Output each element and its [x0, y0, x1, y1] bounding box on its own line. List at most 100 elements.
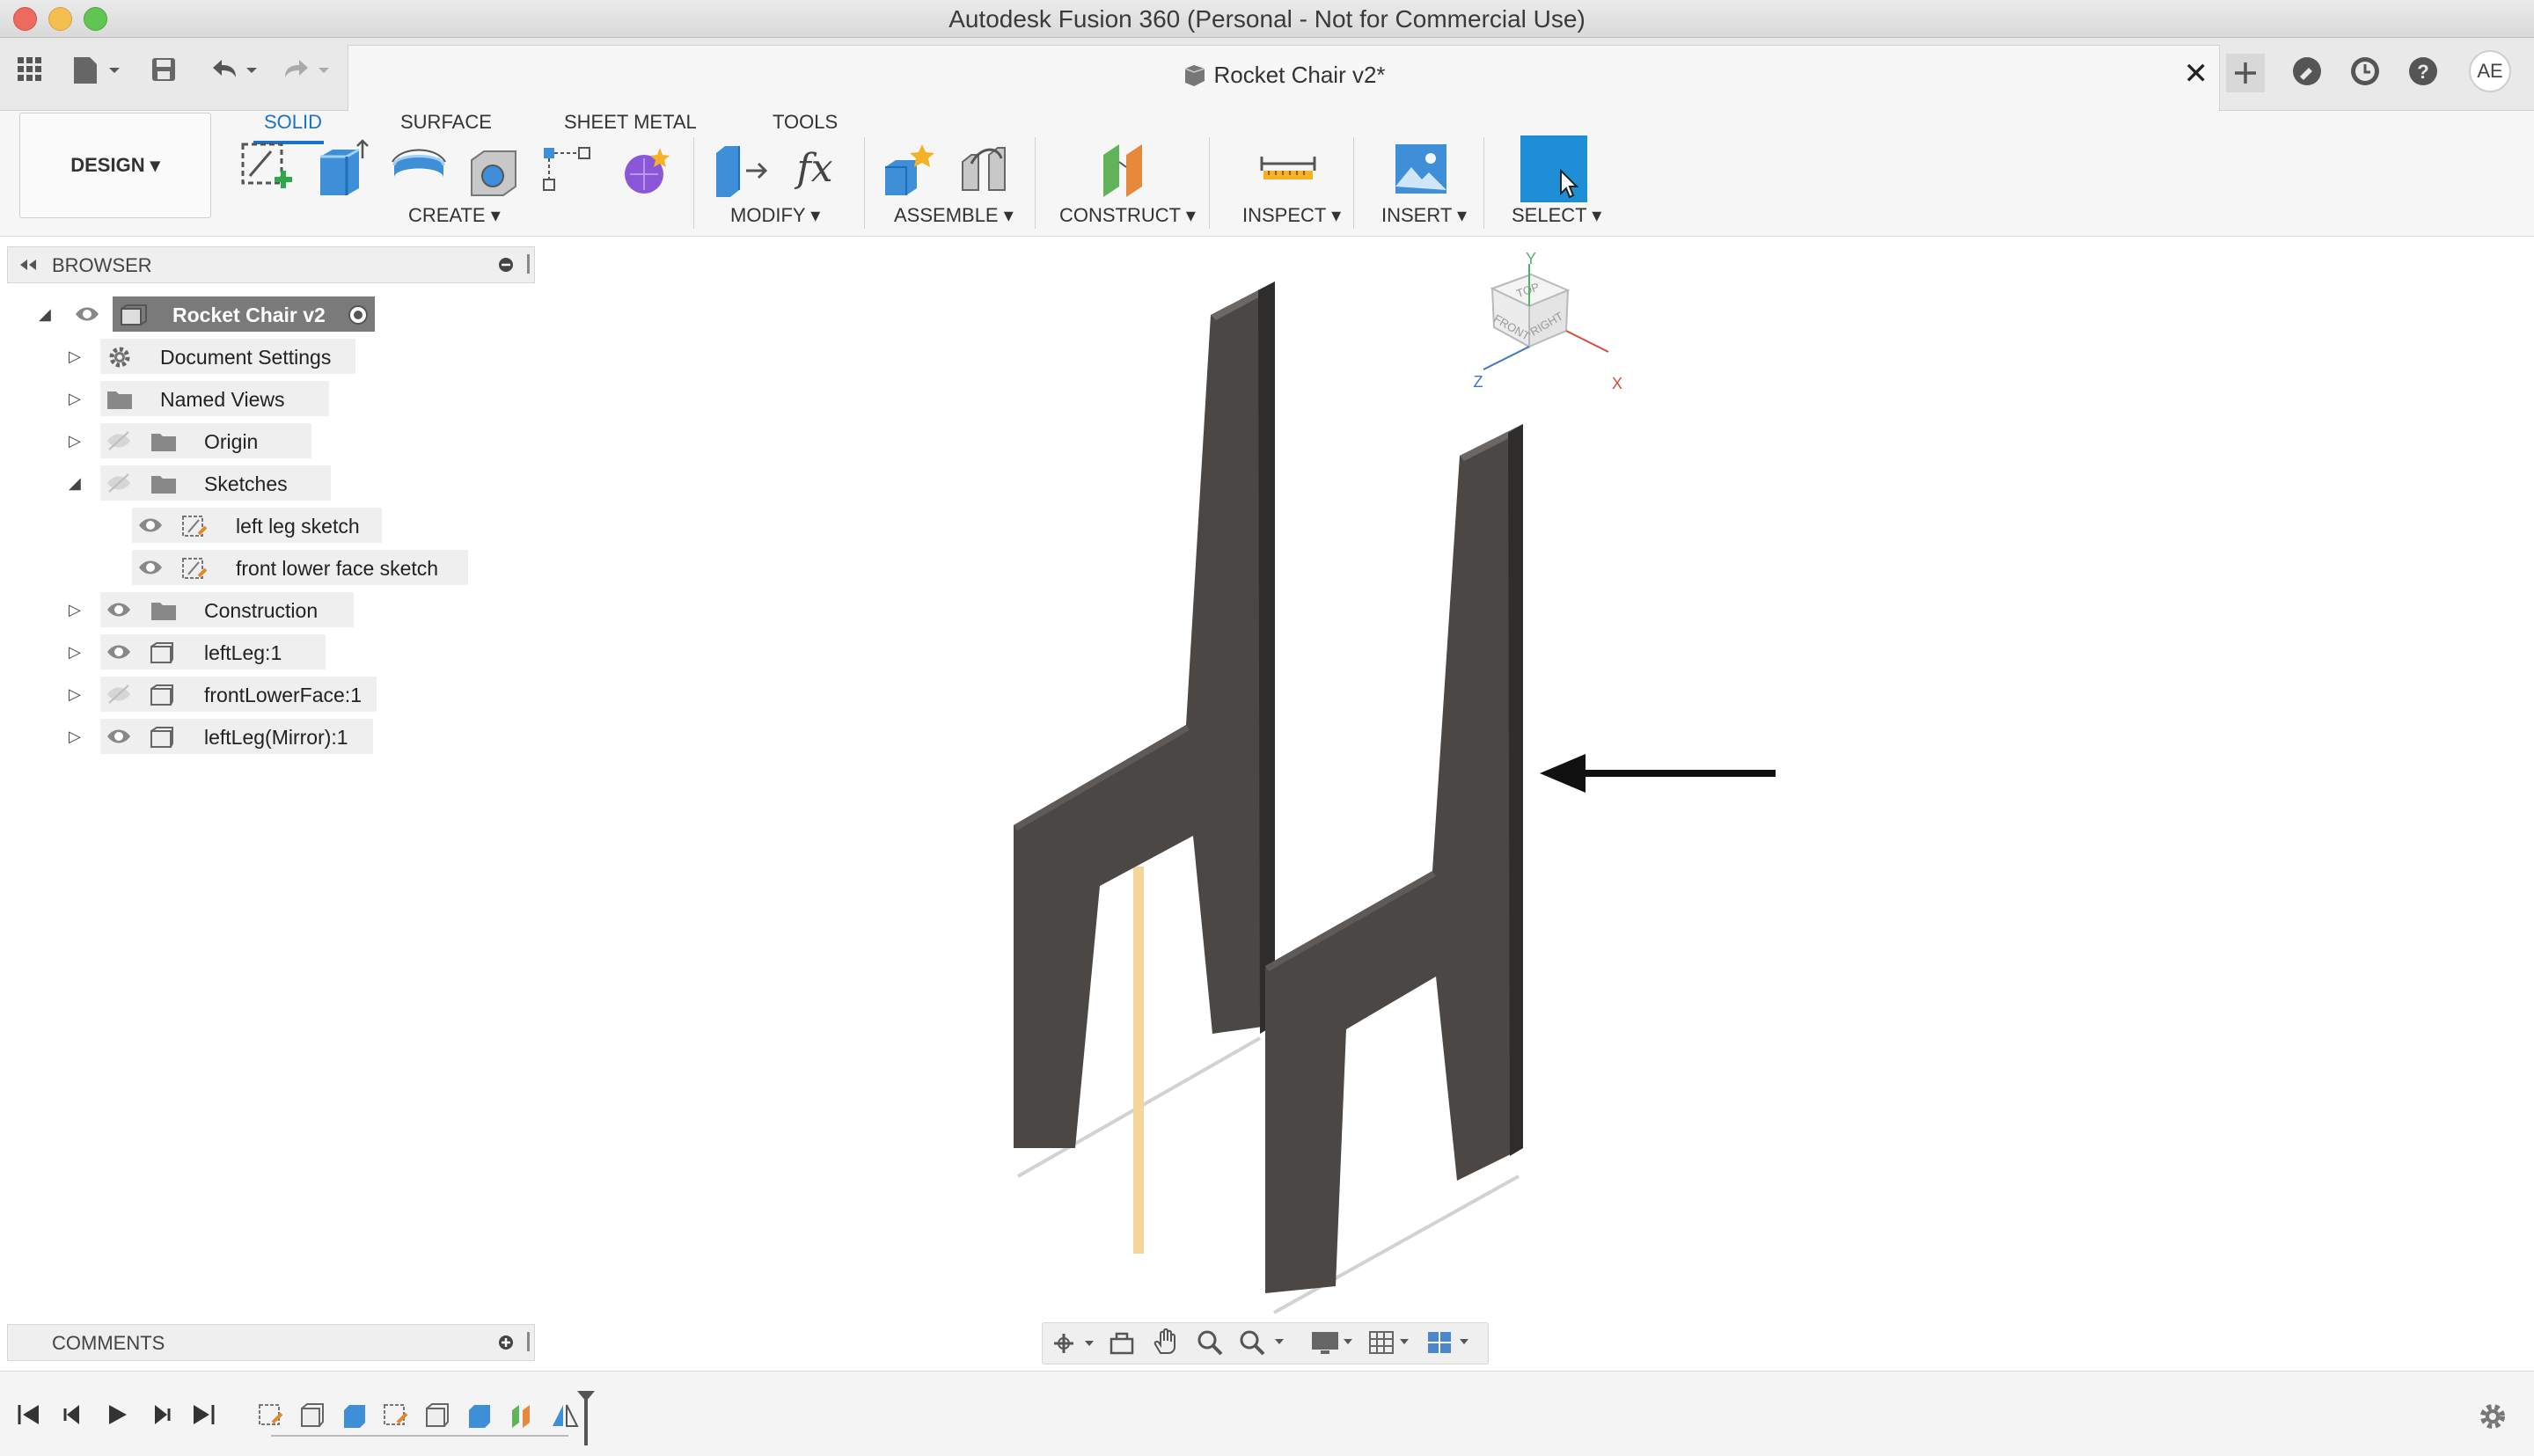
- grid-settings-icon[interactable]: [1368, 1328, 1417, 1357]
- pan-hand-icon[interactable]: [1152, 1328, 1180, 1357]
- select-menu[interactable]: SELECT: [1512, 204, 1586, 226]
- extrude-icon[interactable]: [311, 135, 375, 202]
- construct-menu[interactable]: CONSTRUCT: [1059, 204, 1181, 226]
- insert-image-icon[interactable]: [1390, 135, 1454, 202]
- collapsed-triangle-icon[interactable]: ▷: [69, 348, 81, 366]
- collapsed-triangle-icon[interactable]: ▷: [69, 728, 81, 746]
- collapsed-triangle-icon[interactable]: ▷: [69, 390, 81, 408]
- select-icon[interactable]: [1520, 135, 1587, 202]
- create-sketch-icon[interactable]: [236, 135, 299, 202]
- app-grid-icon[interactable]: [16, 55, 44, 84]
- activate-radio-icon[interactable]: [347, 304, 370, 326]
- browser-item-named-views[interactable]: ▷ Named Views: [65, 381, 364, 416]
- go-to-start-icon[interactable]: [16, 1401, 42, 1428]
- collapsed-triangle-icon[interactable]: ▷: [69, 685, 81, 704]
- go-to-end-icon[interactable]: [190, 1401, 216, 1428]
- expanded-triangle-icon[interactable]: ◢: [69, 474, 81, 493]
- browser-item-left-leg[interactable]: ▷ leftLeg:1: [65, 634, 364, 669]
- browser-item-left-leg-mirror[interactable]: ▷ leftLeg(Mirror):1: [65, 719, 399, 754]
- expanded-triangle-icon[interactable]: ◢: [39, 305, 51, 324]
- panel-resize-handle[interactable]: [527, 254, 530, 274]
- visibility-eye-icon[interactable]: [74, 304, 100, 325]
- zoom-window-icon[interactable]: [1238, 1328, 1291, 1357]
- browser-item-document-settings[interactable]: ▷ Document Settings: [65, 339, 364, 374]
- press-pull-icon[interactable]: [709, 135, 773, 202]
- collapsed-triangle-icon[interactable]: ▷: [69, 643, 81, 662]
- offset-plane-icon[interactable]: [1095, 135, 1158, 202]
- close-document-icon[interactable]: ✕: [2184, 56, 2209, 91]
- redo-icon[interactable]: [280, 55, 336, 84]
- change-parameters-icon[interactable]: fx: [783, 135, 846, 202]
- inspect-menu[interactable]: INSPECT: [1242, 204, 1326, 226]
- collapse-panel-icon[interactable]: [17, 258, 38, 272]
- tab-solid[interactable]: SOLID: [264, 111, 322, 134]
- new-component-icon[interactable]: [878, 135, 941, 202]
- browser-item-front-lower-face-sketch[interactable]: front lower face sketch: [132, 550, 484, 585]
- viewports-icon[interactable]: [1426, 1328, 1479, 1357]
- create-menu[interactable]: CREATE: [408, 204, 486, 226]
- hidden-eye-icon[interactable]: [106, 684, 132, 705]
- add-comment-icon[interactable]: [497, 1334, 515, 1351]
- look-at-icon[interactable]: [1108, 1330, 1136, 1357]
- browser-item-front-lower-face[interactable]: ▷ frontLowerFace:1: [65, 677, 399, 712]
- tab-sheet-metal[interactable]: SHEET METAL: [564, 111, 697, 134]
- file-menu-icon[interactable]: [70, 55, 123, 85]
- step-forward-icon[interactable]: [148, 1401, 174, 1428]
- insert-menu[interactable]: INSERT: [1381, 204, 1452, 226]
- panel-options-icon[interactable]: [497, 256, 515, 274]
- panel-resize-handle[interactable]: [527, 1332, 530, 1351]
- timeline-component-feature[interactable]: [299, 1401, 327, 1428]
- tab-surface[interactable]: SURFACE: [400, 111, 492, 134]
- zoom-icon[interactable]: [1196, 1328, 1224, 1357]
- timeline-extrude-feature[interactable]: [466, 1401, 494, 1428]
- timeline-sketch-feature[interactable]: [257, 1401, 285, 1428]
- joint-icon[interactable]: [954, 135, 1017, 202]
- workspace-switcher[interactable]: DESIGN ▾: [19, 113, 211, 218]
- save-icon[interactable]: [150, 55, 178, 84]
- timeline-plane-feature[interactable]: [509, 1401, 537, 1428]
- display-settings-icon[interactable]: [1310, 1328, 1359, 1357]
- undo-icon[interactable]: [208, 55, 264, 84]
- user-avatar[interactable]: AE: [2469, 50, 2511, 92]
- timeline-settings-gear-icon[interactable]: [2478, 1401, 2508, 1431]
- revolve-icon[interactable]: [387, 135, 450, 202]
- visibility-eye-icon[interactable]: [137, 557, 164, 578]
- job-status-icon[interactable]: [2347, 54, 2383, 89]
- visibility-eye-icon[interactable]: [137, 515, 164, 536]
- timeline-sketch-feature[interactable]: [382, 1401, 410, 1428]
- modify-menu[interactable]: MODIFY: [730, 204, 805, 226]
- hidden-eye-icon[interactable]: [106, 430, 132, 451]
- measure-icon[interactable]: [1256, 135, 1320, 202]
- visibility-eye-icon[interactable]: [106, 641, 132, 662]
- hidden-eye-icon[interactable]: [106, 472, 132, 494]
- left-leg-mirror-body[interactable]: [1265, 424, 1523, 1293]
- step-back-icon[interactable]: [60, 1401, 86, 1428]
- ribbon-toolbar: DESIGN ▾ SOLID SURFACE SHEET METAL TOOLS…: [0, 111, 2534, 237]
- tab-tools[interactable]: TOOLS: [773, 111, 838, 134]
- browser-item-construction[interactable]: ▷ Construction: [65, 592, 364, 627]
- collapsed-triangle-icon[interactable]: ▷: [69, 432, 81, 450]
- extensions-icon[interactable]: [2289, 54, 2325, 89]
- sketch-line[interactable]: [1133, 867, 1144, 1254]
- create-form-icon[interactable]: [614, 135, 677, 202]
- assemble-menu[interactable]: ASSEMBLE: [894, 204, 999, 226]
- browser-item-origin[interactable]: ▷ Origin: [65, 423, 364, 458]
- left-leg-body[interactable]: [1014, 282, 1275, 1148]
- viewcube[interactable]: TOP FRONT RIGHT Y Z X: [1474, 250, 1623, 392]
- pattern-icon[interactable]: [538, 135, 602, 202]
- timeline-marker[interactable]: [575, 1389, 597, 1447]
- hole-icon[interactable]: [463, 135, 526, 202]
- play-icon[interactable]: [104, 1401, 130, 1428]
- document-tab[interactable]: Rocket Chair v2* ✕: [348, 45, 2220, 111]
- browser-item-sketches[interactable]: ◢ Sketches: [65, 465, 364, 501]
- browser-item-left-leg-sketch[interactable]: left leg sketch: [132, 508, 414, 543]
- visibility-eye-icon[interactable]: [106, 726, 132, 747]
- browser-root[interactable]: ◢ Rocket Chair v2: [35, 296, 440, 332]
- orbit-icon[interactable]: [1051, 1330, 1101, 1357]
- visibility-eye-icon[interactable]: [106, 599, 132, 620]
- timeline-component-feature[interactable]: [424, 1401, 452, 1428]
- help-icon[interactable]: ?: [2406, 54, 2441, 89]
- new-tab-icon[interactable]: [2226, 54, 2265, 92]
- collapsed-triangle-icon[interactable]: ▷: [69, 601, 81, 619]
- timeline-extrude-feature[interactable]: [341, 1401, 370, 1428]
